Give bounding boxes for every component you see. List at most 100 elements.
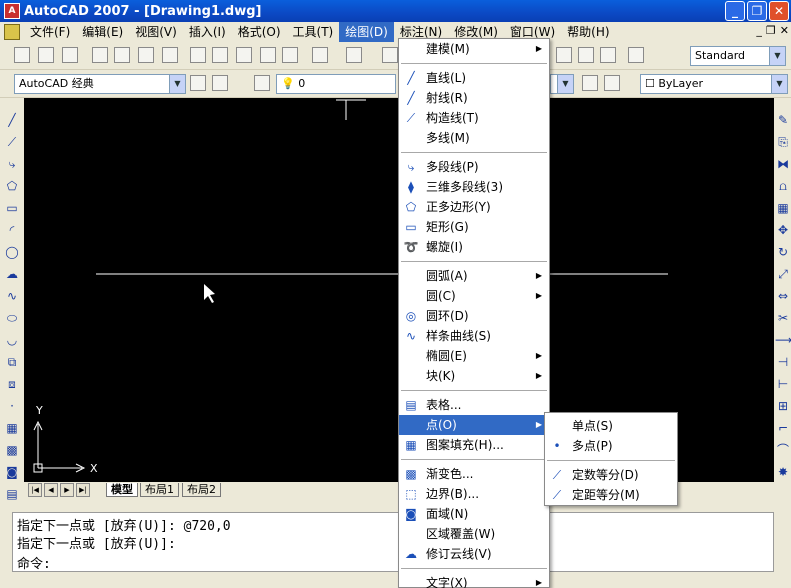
layer-dropdown[interactable]: ▼ bbox=[550, 74, 574, 94]
plot-icon[interactable] bbox=[92, 47, 108, 63]
menu-draw[interactable]: 绘图(D) bbox=[339, 22, 394, 42]
publish-icon[interactable] bbox=[138, 47, 154, 63]
new-icon[interactable] bbox=[14, 47, 30, 63]
document-icon[interactable] bbox=[4, 24, 20, 40]
menu-item-revcloud[interactable]: ☁ 修订云线(V) bbox=[399, 544, 549, 564]
menu-item-point[interactable]: 点(O) ▶ bbox=[399, 415, 549, 435]
open-icon[interactable] bbox=[38, 47, 54, 63]
point-icon[interactable]: · bbox=[4, 398, 20, 414]
maximize-button[interactable]: ❐ bbox=[747, 1, 767, 21]
menu-item-3dpoly[interactable]: ⧫ 三维多段线(3) bbox=[399, 177, 549, 197]
menu-item-hatch[interactable]: ▦ 图案填充(H)... bbox=[399, 435, 549, 455]
menu-item-multiple-points[interactable]: • 多点(P) bbox=[545, 436, 677, 456]
xline-icon[interactable]: ⟋ bbox=[4, 134, 20, 150]
doc-restore-icon[interactable]: ❐ bbox=[766, 24, 776, 37]
last-tab-icon[interactable]: ▶| bbox=[76, 483, 90, 497]
menu-item-divide[interactable]: ⟋ 定数等分(D) bbox=[545, 465, 677, 485]
move-icon[interactable]: ✥ bbox=[775, 222, 791, 238]
menu-item-text[interactable]: 文字(X) ▶ bbox=[399, 573, 549, 588]
layer-select[interactable]: 💡 0 bbox=[276, 74, 396, 94]
break-icon[interactable]: ⊢ bbox=[775, 376, 791, 392]
menu-item-spline[interactable]: ∿ 样条曲线(S) bbox=[399, 326, 549, 346]
menu-tools[interactable]: 工具(T) bbox=[287, 22, 340, 42]
menu-insert[interactable]: 插入(I) bbox=[183, 22, 232, 42]
revcloud-icon[interactable]: ☁ bbox=[4, 266, 20, 282]
tab-layout2[interactable]: 布局2 bbox=[182, 483, 221, 497]
trim-icon[interactable]: ✂ bbox=[775, 310, 791, 326]
menu-item-ray[interactable]: ╱ 射线(R) bbox=[399, 88, 549, 108]
menu-item-ellipse[interactable]: 椭圆(E) ▶ bbox=[399, 346, 549, 366]
offset-icon[interactable]: ⩍ bbox=[775, 178, 791, 194]
circle-icon[interactable]: ◯ bbox=[4, 244, 20, 260]
menu-view[interactable]: 视图(V) bbox=[129, 22, 183, 42]
text-style-icon[interactable] bbox=[628, 47, 644, 63]
menu-item-block[interactable]: 块(K) ▶ bbox=[399, 366, 549, 386]
toolpalettes-icon[interactable] bbox=[556, 47, 572, 63]
array-icon[interactable]: ▦ bbox=[775, 200, 791, 216]
matchprop-icon[interactable] bbox=[260, 47, 276, 63]
menu-format[interactable]: 格式(O) bbox=[232, 22, 287, 42]
workspace-select[interactable]: AutoCAD 经典 ▼ bbox=[14, 74, 186, 94]
copy-object-icon[interactable]: ⎘ bbox=[775, 134, 791, 150]
menu-item-rectangle[interactable]: ▭ 矩形(G) bbox=[399, 217, 549, 237]
gradient-icon[interactable]: ▩ bbox=[4, 442, 20, 458]
menu-item-multiline[interactable]: 多线(M) bbox=[399, 128, 549, 148]
first-tab-icon[interactable]: |◀ bbox=[28, 483, 42, 497]
menu-item-measure[interactable]: ⟋ 定距等分(M) bbox=[545, 485, 677, 505]
menu-item-wipeout[interactable]: 区域覆盖(W) bbox=[399, 524, 549, 544]
next-tab-icon[interactable]: ▶ bbox=[60, 483, 74, 497]
menu-item-circle[interactable]: 圆(C) ▶ bbox=[399, 286, 549, 306]
sheetset-icon[interactable] bbox=[578, 47, 594, 63]
spline-icon[interactable]: ∿ bbox=[4, 288, 20, 304]
chevron-down-icon[interactable]: ▼ bbox=[769, 47, 785, 65]
menu-item-helix[interactable]: ➰ 螺旋(I) bbox=[399, 237, 549, 257]
rotate-icon[interactable]: ↻ bbox=[775, 244, 791, 260]
polyline-icon[interactable]: ⤷ bbox=[4, 156, 20, 172]
menu-item-polygon[interactable]: ⬠ 正多边形(Y) bbox=[399, 197, 549, 217]
arc-icon[interactable]: ◜ bbox=[4, 222, 20, 238]
table-icon[interactable]: ▤ bbox=[4, 486, 20, 502]
workspace-save-icon[interactable] bbox=[212, 75, 228, 91]
menu-item-xline[interactable]: ⟋ 构造线(T) bbox=[399, 108, 549, 128]
autocad-app-icon[interactable]: A bbox=[4, 3, 20, 19]
explode-icon[interactable]: ✸ bbox=[775, 464, 791, 480]
cut-icon[interactable] bbox=[190, 47, 206, 63]
close-button[interactable]: ✕ bbox=[769, 1, 789, 21]
line-icon[interactable]: ╱ bbox=[4, 112, 20, 128]
block-editor-icon[interactable] bbox=[282, 47, 298, 63]
menu-item-boundary[interactable]: ⬚ 边界(B)... bbox=[399, 484, 549, 504]
layer-previous-icon[interactable] bbox=[582, 75, 598, 91]
fillet-icon[interactable]: ⌒ bbox=[775, 442, 791, 458]
scale-icon[interactable]: ⤢ bbox=[775, 266, 791, 282]
paste-icon[interactable] bbox=[236, 47, 252, 63]
layer-states-icon[interactable] bbox=[604, 75, 620, 91]
ellipse-arc-icon[interactable]: ◡ bbox=[4, 332, 20, 348]
redo-icon[interactable] bbox=[346, 47, 362, 63]
preview-icon[interactable] bbox=[114, 47, 130, 63]
chamfer-icon[interactable]: ⌐ bbox=[775, 420, 791, 436]
minimize-button[interactable]: _ bbox=[725, 1, 745, 21]
mirror-icon[interactable]: ⧓ bbox=[775, 156, 791, 172]
copy-icon[interactable] bbox=[212, 47, 228, 63]
workspace-settings-icon[interactable] bbox=[190, 75, 206, 91]
pan-icon[interactable] bbox=[382, 47, 398, 63]
chevron-down-icon[interactable]: ▼ bbox=[557, 75, 573, 93]
menu-item-modeling[interactable]: 建模(M) ▶ bbox=[399, 39, 549, 59]
chevron-down-icon[interactable]: ▼ bbox=[169, 75, 185, 93]
rectangle-icon[interactable]: ▭ bbox=[4, 200, 20, 216]
hatch-icon[interactable]: ▦ bbox=[4, 420, 20, 436]
extend-icon[interactable]: ⟶ bbox=[775, 332, 791, 348]
menu-item-single-point[interactable]: 单点(S) bbox=[545, 416, 677, 436]
menu-help[interactable]: 帮助(H) bbox=[561, 22, 615, 42]
layer-manager-icon[interactable] bbox=[254, 75, 270, 91]
calculator-icon[interactable] bbox=[600, 47, 616, 63]
menu-item-donut[interactable]: ◎ 圆环(D) bbox=[399, 306, 549, 326]
menu-file[interactable]: 文件(F) bbox=[24, 22, 76, 42]
make-block-icon[interactable]: ⧈ bbox=[4, 376, 20, 392]
menu-edit[interactable]: 编辑(E) bbox=[76, 22, 129, 42]
text-style-select[interactable]: Standard ▼ bbox=[690, 46, 786, 66]
join-icon[interactable]: ⊞ bbox=[775, 398, 791, 414]
doc-minimize-icon[interactable]: _ bbox=[756, 24, 762, 37]
menu-item-arc[interactable]: 圆弧(A) ▶ bbox=[399, 266, 549, 286]
undo-icon[interactable] bbox=[312, 47, 328, 63]
